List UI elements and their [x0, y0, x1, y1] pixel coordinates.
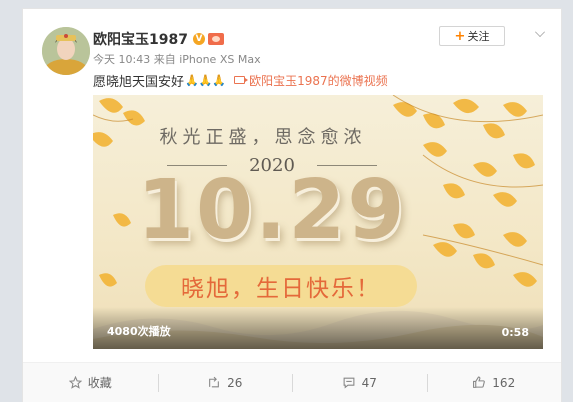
follow-button[interactable]: + 关注 [439, 26, 505, 46]
favorite-label: 收藏 [87, 376, 112, 390]
action-bar: 收藏 26 47 162 [23, 362, 561, 402]
video-camera-icon [234, 76, 249, 84]
video-player[interactable]: 秋光正盛，思念愈浓 2020 10.29 晓旭，生日快乐！ 4080次播放 0:… [93, 95, 543, 349]
follow-label: 关注 [467, 30, 490, 43]
comment-button[interactable]: 47 [292, 363, 427, 402]
post-text: 愿晓旭天国安好 [93, 74, 185, 90]
video-headline: 秋光正盛，思念愈浓 [159, 127, 367, 148]
weibo-post-card: 欧阳宝玉1987 V 今天 10:43 来自 iPhone XS Max + 关… [22, 8, 562, 402]
author-name[interactable]: 欧阳宝玉1987 [93, 29, 188, 49]
author-row: 欧阳宝玉1987 V [93, 30, 224, 48]
video-link[interactable]: 欧阳宝玉1987的微博视频 [234, 72, 388, 89]
like-button[interactable]: 162 [426, 363, 562, 402]
verified-icon: V [192, 33, 205, 45]
comment-count: 47 [361, 375, 377, 390]
post-meta: 今天 10:43 来自 iPhone XS Max [93, 53, 261, 66]
plus-icon: + [454, 28, 466, 44]
like-count: 162 [492, 375, 516, 390]
star-icon [68, 376, 82, 389]
chevron-down-icon[interactable] [535, 27, 545, 37]
video-date: 10.29 [137, 163, 407, 258]
post-text-row: 愿晓旭天国安好 🙏🙏🙏 欧阳宝玉1987的微博视频 [93, 71, 388, 90]
comment-icon [343, 377, 355, 389]
video-duration: 0:58 [501, 326, 529, 339]
thumbs-up-icon [473, 376, 486, 388]
play-count: 4080次播放 [107, 325, 171, 338]
video-link-label: 欧阳宝玉1987的微博视频 [249, 73, 388, 88]
repost-button[interactable]: 26 [157, 363, 293, 402]
vip-level-icon [207, 33, 224, 45]
repost-count: 26 [227, 375, 243, 390]
favorite-button[interactable]: 收藏 [23, 363, 158, 402]
pray-emoji: 🙏🙏🙏 [185, 73, 227, 87]
repost-icon [209, 376, 219, 388]
avatar[interactable] [42, 27, 90, 75]
